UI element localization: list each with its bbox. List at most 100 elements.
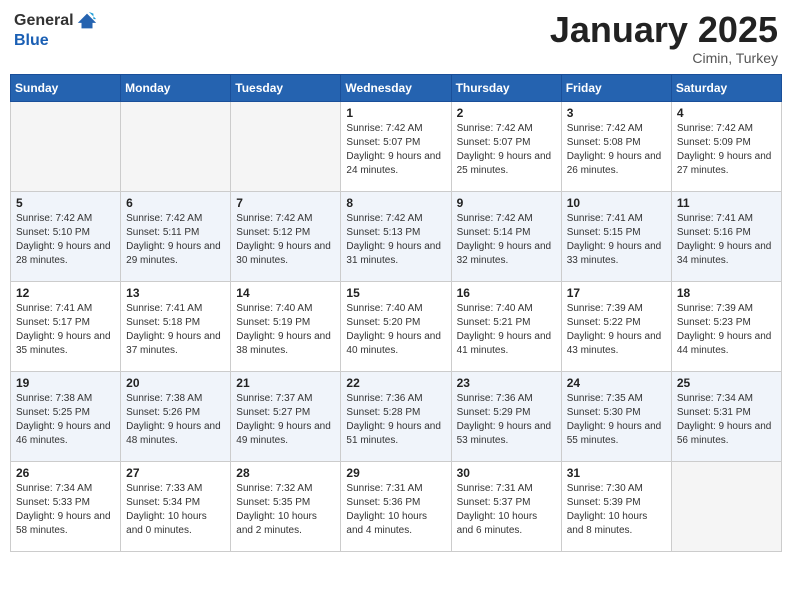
day-number: 18: [677, 286, 776, 300]
calendar-cell: 4 Sunrise: 7:42 AM Sunset: 5:09 PM Daylig…: [671, 101, 781, 191]
day-info: Sunrise: 7:38 AM Sunset: 5:26 PM Dayligh…: [126, 392, 225, 448]
calendar-cell: 20Sunrise: 7:38 AM Sunset: 5:26 PM Dayli…: [121, 371, 231, 461]
day-info: Sunrise: 7:39 AM Sunset: 5:22 PM Dayligh…: [567, 302, 666, 358]
page-header: General Blue January 2025 Cimin, Turkey: [10, 10, 782, 66]
day-info: Sunrise: 7:42 AM Sunset: 5:11 PM Dayligh…: [126, 212, 225, 268]
month-title: January 2025: [550, 10, 778, 50]
day-info: Sunrise: 7:39 AM Sunset: 5:23 PM Dayligh…: [677, 302, 776, 358]
day-number: 1: [346, 106, 445, 120]
day-info: Sunrise: 7:42 AM Sunset: 5:14 PM Dayligh…: [457, 212, 556, 268]
day-info: Sunrise: 7:30 AM Sunset: 5:39 PM Dayligh…: [567, 482, 666, 538]
day-info: Sunrise: 7:42 AM Sunset: 5:08 PM Dayligh…: [567, 122, 666, 178]
title-area: January 2025 Cimin, Turkey: [550, 10, 778, 66]
weekday-header-tuesday: Tuesday: [231, 74, 341, 101]
calendar-cell: 14Sunrise: 7:40 AM Sunset: 5:19 PM Dayli…: [231, 281, 341, 371]
day-number: 11: [677, 196, 776, 210]
day-number: 29: [346, 466, 445, 480]
calendar-cell: 10 Sunrise: 7:41 AM Sunset: 5:15 PM Dayli…: [561, 191, 671, 281]
day-number: 9: [457, 196, 556, 210]
day-info: Sunrise: 7:42 AM Sunset: 5:10 PM Dayligh…: [16, 212, 115, 268]
day-number: 19: [16, 376, 115, 390]
weekday-header-wednesday: Wednesday: [341, 74, 451, 101]
day-info: Sunrise: 7:41 AM Sunset: 5:18 PM Dayligh…: [126, 302, 225, 358]
calendar-week-row-4: 19 Sunrise: 7:38 AM Sunset: 5:25 PM Dayli…: [11, 371, 782, 461]
day-number: 6: [126, 196, 225, 210]
calendar-cell: 25 Sunrise: 7:34 AM Sunset: 5:31 PM Dayli…: [671, 371, 781, 461]
day-number: 4: [677, 106, 776, 120]
day-number: 31: [567, 466, 666, 480]
day-number: 22: [346, 376, 445, 390]
weekday-header-monday: Monday: [121, 74, 231, 101]
day-info: Sunrise: 7:40 AM Sunset: 5:20 PM Dayligh…: [346, 302, 445, 358]
calendar-week-row-5: 26Sunrise: 7:34 AM Sunset: 5:33 PM Dayli…: [11, 461, 782, 551]
day-info: Sunrise: 7:42 AM Sunset: 5:13 PM Dayligh…: [346, 212, 445, 268]
calendar-cell: 8 Sunrise: 7:42 AM Sunset: 5:13 PM Daylig…: [341, 191, 451, 281]
calendar-cell: 13 Sunrise: 7:41 AM Sunset: 5:18 PM Dayli…: [121, 281, 231, 371]
location: Cimin, Turkey: [550, 50, 778, 66]
day-number: 5: [16, 196, 115, 210]
day-number: 13: [126, 286, 225, 300]
calendar-cell: [231, 101, 341, 191]
weekday-header-thursday: Thursday: [451, 74, 561, 101]
day-info: Sunrise: 7:33 AM Sunset: 5:34 PM Dayligh…: [126, 482, 225, 538]
calendar-cell: 22Sunrise: 7:36 AM Sunset: 5:28 PM Dayli…: [341, 371, 451, 461]
day-number: 2: [457, 106, 556, 120]
day-info: Sunrise: 7:42 AM Sunset: 5:12 PM Dayligh…: [236, 212, 335, 268]
calendar-cell: 18 Sunrise: 7:39 AM Sunset: 5:23 PM Dayli…: [671, 281, 781, 371]
day-number: 23: [457, 376, 556, 390]
day-info: Sunrise: 7:40 AM Sunset: 5:19 PM Dayligh…: [236, 302, 335, 358]
calendar-week-row-1: 1 Sunrise: 7:42 AM Sunset: 5:07 PM Daylig…: [11, 101, 782, 191]
calendar-cell: 1 Sunrise: 7:42 AM Sunset: 5:07 PM Daylig…: [341, 101, 451, 191]
day-info: Sunrise: 7:38 AM Sunset: 5:25 PM Dayligh…: [16, 392, 115, 448]
day-number: 25: [677, 376, 776, 390]
calendar-cell: 31 Sunrise: 7:30 AM Sunset: 5:39 PM Dayli…: [561, 461, 671, 551]
logo-general: General: [14, 12, 74, 30]
day-number: 10: [567, 196, 666, 210]
day-number: 7: [236, 196, 335, 210]
calendar-cell: 15 Sunrise: 7:40 AM Sunset: 5:20 PM Dayli…: [341, 281, 451, 371]
day-info: Sunrise: 7:40 AM Sunset: 5:21 PM Dayligh…: [457, 302, 556, 358]
calendar-cell: [671, 461, 781, 551]
calendar-cell: 28 Sunrise: 7:32 AM Sunset: 5:35 PM Dayli…: [231, 461, 341, 551]
calendar-table: SundayMondayTuesdayWednesdayThursdayFrid…: [10, 74, 782, 552]
calendar-cell: 7 Sunrise: 7:42 AM Sunset: 5:12 PM Daylig…: [231, 191, 341, 281]
day-number: 28: [236, 466, 335, 480]
day-number: 15: [346, 286, 445, 300]
day-info: Sunrise: 7:42 AM Sunset: 5:09 PM Dayligh…: [677, 122, 776, 178]
day-info: Sunrise: 7:31 AM Sunset: 5:36 PM Dayligh…: [346, 482, 445, 538]
day-info: Sunrise: 7:41 AM Sunset: 5:15 PM Dayligh…: [567, 212, 666, 268]
day-number: 3: [567, 106, 666, 120]
day-number: 27: [126, 466, 225, 480]
calendar-cell: 17 Sunrise: 7:39 AM Sunset: 5:22 PM Dayli…: [561, 281, 671, 371]
calendar-cell: 11 Sunrise: 7:41 AM Sunset: 5:16 PM Dayli…: [671, 191, 781, 281]
day-info: Sunrise: 7:41 AM Sunset: 5:16 PM Dayligh…: [677, 212, 776, 268]
logo: General Blue: [14, 10, 98, 50]
calendar-cell: [121, 101, 231, 191]
day-number: 8: [346, 196, 445, 210]
calendar-cell: 21Sunrise: 7:37 AM Sunset: 5:27 PM Dayli…: [231, 371, 341, 461]
calendar-cell: 27 Sunrise: 7:33 AM Sunset: 5:34 PM Dayli…: [121, 461, 231, 551]
day-info: Sunrise: 7:32 AM Sunset: 5:35 PM Dayligh…: [236, 482, 335, 538]
calendar-cell: 30 Sunrise: 7:31 AM Sunset: 5:37 PM Dayli…: [451, 461, 561, 551]
day-info: Sunrise: 7:42 AM Sunset: 5:07 PM Dayligh…: [346, 122, 445, 178]
calendar-cell: 26Sunrise: 7:34 AM Sunset: 5:33 PM Dayli…: [11, 461, 121, 551]
day-info: Sunrise: 7:34 AM Sunset: 5:33 PM Dayligh…: [16, 482, 115, 538]
logo-icon: [76, 10, 98, 32]
calendar-cell: 5 Sunrise: 7:42 AM Sunset: 5:10 PM Daylig…: [11, 191, 121, 281]
day-number: 24: [567, 376, 666, 390]
day-info: Sunrise: 7:31 AM Sunset: 5:37 PM Dayligh…: [457, 482, 556, 538]
calendar-week-row-2: 5 Sunrise: 7:42 AM Sunset: 5:10 PM Daylig…: [11, 191, 782, 281]
day-number: 30: [457, 466, 556, 480]
calendar-cell: 16 Sunrise: 7:40 AM Sunset: 5:21 PM Dayli…: [451, 281, 561, 371]
day-info: Sunrise: 7:34 AM Sunset: 5:31 PM Dayligh…: [677, 392, 776, 448]
day-number: 16: [457, 286, 556, 300]
calendar-week-row-3: 12Sunrise: 7:41 AM Sunset: 5:17 PM Dayli…: [11, 281, 782, 371]
day-number: 21: [236, 376, 335, 390]
day-number: 17: [567, 286, 666, 300]
calendar-cell: 29 Sunrise: 7:31 AM Sunset: 5:36 PM Dayli…: [341, 461, 451, 551]
calendar-cell: 19 Sunrise: 7:38 AM Sunset: 5:25 PM Dayli…: [11, 371, 121, 461]
weekday-header-friday: Friday: [561, 74, 671, 101]
calendar-cell: 24Sunrise: 7:35 AM Sunset: 5:30 PM Dayli…: [561, 371, 671, 461]
day-info: Sunrise: 7:36 AM Sunset: 5:29 PM Dayligh…: [457, 392, 556, 448]
calendar-cell: 9 Sunrise: 7:42 AM Sunset: 5:14 PM Daylig…: [451, 191, 561, 281]
